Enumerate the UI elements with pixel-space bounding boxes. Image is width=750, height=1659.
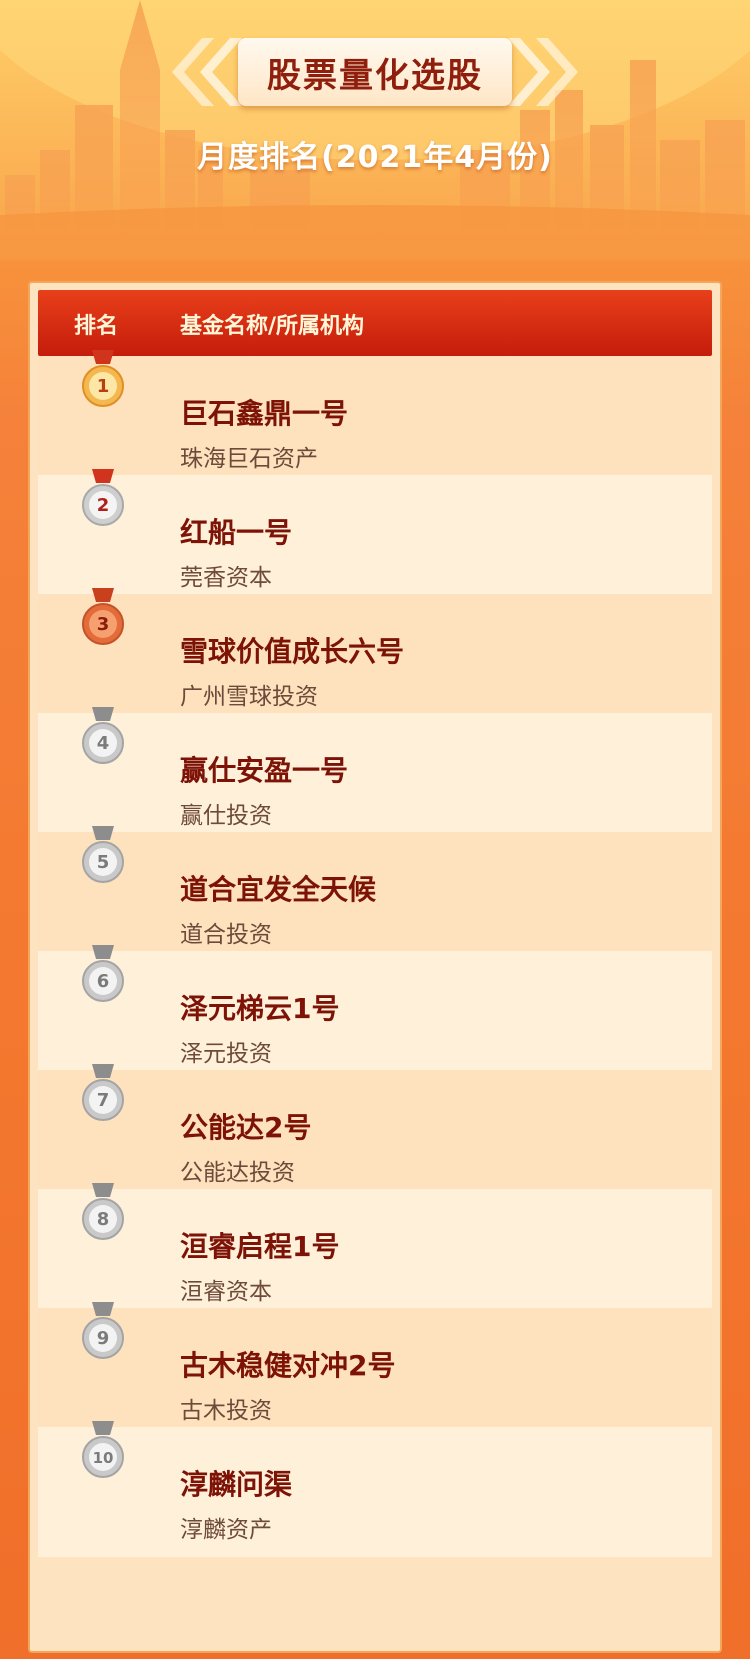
rank-medal-icon: 7 — [82, 1064, 124, 1121]
rank-medal-icon: 2 — [82, 469, 124, 526]
rank-number: 9 — [97, 1328, 110, 1349]
rank-number: 6 — [97, 971, 110, 992]
rank-medal-icon: 4 — [82, 707, 124, 764]
rank-medal-icon: 6 — [82, 945, 124, 1002]
rank-medal-icon: 10 — [82, 1421, 124, 1478]
fund-name: 雪球价值成长六号 — [180, 635, 405, 668]
rank-medal-icon: 1 — [82, 350, 124, 407]
fund-institution: 淳麟资产 — [180, 1517, 272, 1543]
fund-name: 淳麟问渠 — [180, 1468, 293, 1501]
table-header: 排名 基金名称/所属机构 — [38, 290, 712, 356]
rank-number: 2 — [97, 495, 110, 516]
fund-institution: 洹睿资本 — [180, 1279, 272, 1305]
right-chevrons-decoration — [508, 38, 578, 106]
rank-number: 5 — [97, 852, 110, 873]
ranking-row: 4 赢仕安盈一号赢仕投资 — [38, 707, 712, 832]
rank-medal-icon: 8 — [82, 1183, 124, 1240]
header-rank: 排名 — [74, 314, 119, 339]
rank-number: 3 — [97, 614, 110, 635]
fund-name: 红船一号 — [180, 516, 293, 549]
rank-number: 7 — [97, 1090, 110, 1111]
rank-number: 4 — [97, 733, 110, 754]
fund-name: 巨石鑫鼎一号 — [180, 397, 349, 430]
fund-name: 古木稳健对冲2号 — [180, 1349, 396, 1382]
fund-name: 公能达2号 — [180, 1111, 312, 1144]
fund-institution: 古木投资 — [180, 1398, 272, 1424]
ranking-row: 6 泽元梯云1号泽元投资 — [38, 945, 712, 1070]
title-banner: 股票量化选股 — [238, 38, 512, 106]
ranking-row: 7 公能达2号公能达投资 — [38, 1064, 712, 1189]
rank-number: 10 — [93, 1449, 114, 1467]
fund-institution: 泽元投资 — [180, 1041, 272, 1067]
fund-institution: 莞香资本 — [180, 565, 272, 591]
rank-number: 8 — [97, 1209, 110, 1230]
page-subtitle: 月度排名(2021年4月份) — [197, 140, 553, 175]
rank-medal-icon: 3 — [82, 588, 124, 645]
rank-number: 1 — [97, 376, 110, 397]
fund-name: 泽元梯云1号 — [180, 992, 340, 1025]
page-title: 股票量化选股 — [267, 55, 483, 96]
fund-institution: 广州雪球投资 — [180, 684, 318, 710]
ranking-row: 2 红船一号莞香资本 — [38, 469, 712, 594]
ranking-row: 1 巨石鑫鼎一号珠海巨石资产 — [38, 350, 712, 475]
ranking-row: 10 淳麟问渠淳麟资产 — [38, 1421, 712, 1557]
fund-institution: 公能达投资 — [180, 1160, 295, 1186]
rank-medal-icon: 9 — [82, 1302, 124, 1359]
ranking-row: 8 洹睿启程1号洹睿资本 — [38, 1183, 712, 1308]
fund-institution: 珠海巨石资产 — [180, 446, 318, 472]
header-fund-name: 基金名称/所属机构 — [180, 314, 365, 339]
fund-name: 赢仕安盈一号 — [180, 754, 349, 787]
left-chevrons-decoration — [172, 38, 242, 106]
fund-name: 洹睿启程1号 — [180, 1230, 340, 1263]
fund-institution: 赢仕投资 — [180, 803, 272, 829]
fund-institution: 道合投资 — [180, 922, 272, 948]
ranking-row: 3 雪球价值成长六号广州雪球投资 — [38, 588, 712, 713]
fund-name: 道合宜发全天候 — [180, 873, 377, 906]
ranking-row: 5 道合宜发全天候道合投资 — [38, 826, 712, 951]
rank-medal-icon: 5 — [82, 826, 124, 883]
ranking-row: 9 古木稳健对冲2号古木投资 — [38, 1302, 712, 1427]
